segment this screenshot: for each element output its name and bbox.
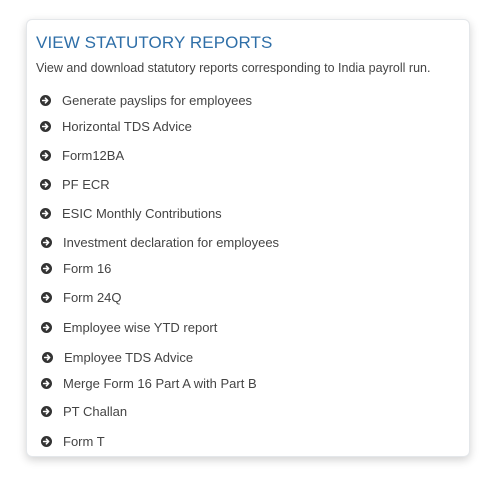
report-link[interactable]: Employee wise YTD report xyxy=(63,320,217,335)
report-list-item[interactable]: PF ECR xyxy=(40,175,110,193)
circle-arrow-right-icon xyxy=(41,262,52,274)
statutory-reports-card: VIEW STATUTORY REPORTS View and download… xyxy=(26,19,470,457)
report-list-item[interactable]: Form T xyxy=(41,432,105,450)
report-list-item[interactable]: Form 16 xyxy=(41,259,111,277)
circle-arrow-right-icon xyxy=(41,435,52,447)
report-list-item[interactable]: Form12BA xyxy=(40,146,124,164)
report-link[interactable]: Horizontal TDS Advice xyxy=(62,119,192,134)
report-link[interactable]: ESIC Monthly Contributions xyxy=(62,206,222,221)
report-list-item[interactable]: Merge Form 16 Part A with Part B xyxy=(41,374,257,392)
circle-arrow-right-icon xyxy=(40,94,51,106)
circle-arrow-right-icon xyxy=(40,149,51,161)
circle-arrow-right-icon xyxy=(41,377,52,389)
report-link[interactable]: Merge Form 16 Part A with Part B xyxy=(63,376,257,391)
report-list-item[interactable]: Investment declaration for employees xyxy=(41,233,279,251)
circle-arrow-right-icon xyxy=(41,405,52,417)
circle-arrow-right-icon xyxy=(40,178,51,190)
report-list-item[interactable]: Horizontal TDS Advice xyxy=(40,117,192,135)
circle-arrow-right-icon xyxy=(41,321,52,333)
report-link[interactable]: PT Challan xyxy=(63,404,127,419)
report-list-item[interactable]: Form 24Q xyxy=(41,288,122,306)
circle-arrow-right-icon xyxy=(41,236,52,248)
report-list-item[interactable]: ESIC Monthly Contributions xyxy=(40,204,222,222)
report-list-item[interactable]: Employee wise YTD report xyxy=(41,318,217,336)
report-link[interactable]: Form 24Q xyxy=(63,290,122,305)
card-description: View and download statutory reports corr… xyxy=(36,61,431,75)
report-link[interactable]: Investment declaration for employees xyxy=(63,235,279,250)
circle-arrow-right-icon xyxy=(40,120,51,132)
report-list-item[interactable]: Employee TDS Advice xyxy=(42,348,193,366)
circle-arrow-right-icon xyxy=(41,291,52,303)
report-list-item[interactable]: Generate payslips for employees xyxy=(40,91,252,109)
report-link[interactable]: Form12BA xyxy=(62,148,124,163)
report-link[interactable]: Employee TDS Advice xyxy=(64,350,193,365)
circle-arrow-right-icon xyxy=(40,207,51,219)
card-title: VIEW STATUTORY REPORTS xyxy=(36,33,273,52)
report-link[interactable]: Form T xyxy=(63,434,105,449)
report-link[interactable]: PF ECR xyxy=(62,177,110,192)
circle-arrow-right-icon xyxy=(42,351,53,363)
report-list-item[interactable]: PT Challan xyxy=(41,402,127,420)
report-link[interactable]: Form 16 xyxy=(63,261,111,276)
report-link[interactable]: Generate payslips for employees xyxy=(62,93,252,108)
